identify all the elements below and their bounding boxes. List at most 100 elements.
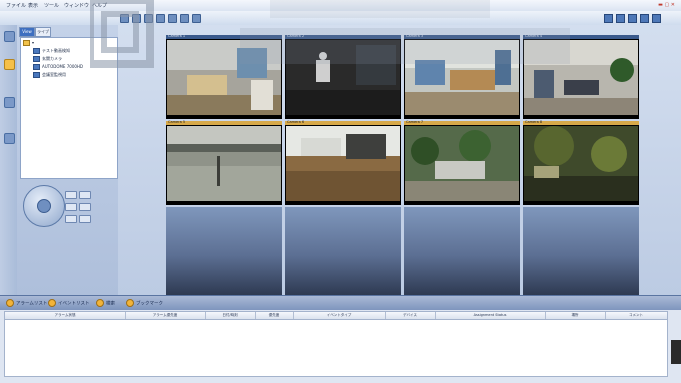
pane-header: Camera 7	[404, 120, 520, 125]
column-header[interactable]: Assignment Status	[435, 312, 546, 319]
alarm-panel-tabs: アラームリスト イベントリスト 検索 ブックマーク	[0, 295, 681, 310]
alarm-list[interactable]	[4, 319, 668, 377]
image-pane[interactable]: Camera 6	[285, 120, 401, 205]
image-pane[interactable]: Camera 3	[404, 34, 520, 119]
alarm-panel: アラームリスト イベントリスト 検索 ブックマーク アラーム状態 アラーム優先度…	[0, 295, 681, 383]
column-header[interactable]: 優先度	[255, 312, 294, 319]
tab-view[interactable]: View	[19, 27, 35, 37]
tab-live[interactable]: ライブ	[35, 27, 51, 37]
tree-item[interactable]: テスト動画検知	[33, 47, 70, 54]
event-icon	[48, 299, 56, 307]
focus-near-button[interactable]	[65, 203, 77, 211]
grid-icon[interactable]	[132, 14, 141, 23]
column-header[interactable]: イベントタイプ	[293, 312, 386, 319]
image-pane[interactable]: Camera 1	[166, 34, 282, 119]
layout-icon[interactable]	[120, 14, 129, 23]
video-feed	[405, 126, 519, 201]
video-feed	[524, 40, 638, 115]
pane-header: Camera 8	[523, 120, 639, 125]
layout-1-icon[interactable]	[604, 14, 613, 23]
image-pane[interactable]: Camera 2	[285, 34, 401, 119]
pane-title: Camera 7	[406, 120, 424, 124]
video-feed	[286, 126, 400, 201]
zoom-in-button[interactable]	[65, 191, 77, 199]
menu-file[interactable]: ファイル	[6, 2, 26, 9]
snapshot-icon[interactable]	[180, 14, 189, 23]
tree-root[interactable]: ▾	[23, 39, 34, 46]
folder-icon	[23, 40, 30, 46]
left-icon-strip	[0, 25, 18, 295]
pane-title: Camera 3	[406, 34, 424, 38]
layout-9-icon[interactable]	[628, 14, 637, 23]
image-pane[interactable]: Camera 4	[523, 34, 639, 119]
menu-tools[interactable]: ツール	[44, 2, 59, 9]
menu-help[interactable]: ヘルプ	[92, 2, 107, 9]
menu-window[interactable]: ウィンドウ	[64, 2, 89, 9]
pause-icon[interactable]	[156, 14, 165, 23]
image-pane[interactable]: Camera 5	[166, 120, 282, 205]
column-header[interactable]: デバイス	[385, 312, 436, 319]
image-pane-grid: Camera 1 Camera 2 Camera 3 Camera 4 Came…	[166, 34, 640, 295]
menu-view[interactable]: 表示	[28, 2, 38, 9]
pane-title: Camera 4	[525, 34, 543, 38]
pane-title: Camera 1	[168, 34, 186, 38]
camera-icon	[33, 48, 40, 54]
layout-16-icon[interactable]	[640, 14, 649, 23]
fullscreen-icon[interactable]	[652, 14, 661, 23]
tree-item[interactable]: AUTODOME 7000HD	[33, 63, 83, 70]
pane-header: Camera 3	[404, 34, 520, 39]
tree-view-icon[interactable]	[4, 31, 15, 42]
column-header[interactable]: アラーム状態	[5, 312, 126, 319]
pane-title: Camera 5	[168, 120, 186, 124]
empty-image-pane[interactable]	[166, 207, 282, 295]
record-icon[interactable]	[168, 14, 177, 23]
device-tree: ▾ テスト動画検知 玄関カメラ AUTODOME 7000HD 会議室監視用	[20, 37, 118, 179]
folder-icon[interactable]	[4, 59, 15, 70]
focus-far-button[interactable]	[79, 203, 91, 211]
zoom-out-button[interactable]	[79, 191, 91, 199]
image-pane[interactable]: Camera 8	[523, 120, 639, 205]
map-icon[interactable]	[4, 97, 15, 108]
column-header[interactable]: コメント	[605, 312, 667, 319]
tab-search[interactable]: 検索	[96, 299, 115, 307]
iris-open-button[interactable]	[65, 215, 77, 223]
video-feed	[167, 126, 281, 201]
camera-icon	[33, 56, 40, 62]
pane-header: Camera 1	[166, 34, 282, 39]
empty-image-pane[interactable]	[404, 207, 520, 295]
tab-bookmark[interactable]: ブックマーク	[126, 299, 163, 307]
video-feed	[405, 40, 519, 115]
camera-icon[interactable]	[4, 133, 15, 144]
bookmark-icon	[126, 299, 134, 307]
ptz-center-button[interactable]	[37, 199, 51, 213]
camera-icon	[33, 64, 40, 70]
empty-image-pane[interactable]	[523, 207, 639, 295]
tab-alarm-list[interactable]: アラームリスト	[6, 299, 47, 307]
column-header[interactable]: アラーム優先度	[125, 312, 206, 319]
toolbar	[0, 11, 681, 26]
pane-header: Camera 5	[166, 120, 282, 125]
pane-title: Camera 8	[525, 120, 543, 124]
empty-image-pane[interactable]	[285, 207, 401, 295]
video-feed	[286, 40, 400, 115]
video-feed	[524, 126, 638, 201]
layout-4-icon[interactable]	[616, 14, 625, 23]
tab-event-list[interactable]: イベントリスト	[48, 299, 90, 307]
scroll-handle[interactable]	[671, 340, 681, 364]
iris-close-button[interactable]	[79, 215, 91, 223]
pane-title: Camera 2	[287, 34, 305, 38]
ptz-control[interactable]	[23, 185, 65, 227]
video-feed	[167, 40, 281, 115]
pane-title: Camera 6	[287, 120, 305, 124]
pane-header: Camera 6	[285, 120, 401, 125]
image-pane[interactable]: Camera 7	[404, 120, 520, 205]
tree-item[interactable]: 玄関カメラ	[33, 55, 62, 62]
alarm-icon	[6, 299, 14, 307]
window-controls[interactable]: ▬ ▢ ✕	[658, 2, 675, 8]
column-header[interactable]: 日付/時刻	[205, 312, 256, 319]
column-header[interactable]: 場所	[545, 312, 606, 319]
tree-item[interactable]: 会議室監視用	[33, 71, 66, 78]
print-icon[interactable]	[192, 14, 201, 23]
pane-header: Camera 4	[523, 34, 639, 39]
play-icon[interactable]	[144, 14, 153, 23]
